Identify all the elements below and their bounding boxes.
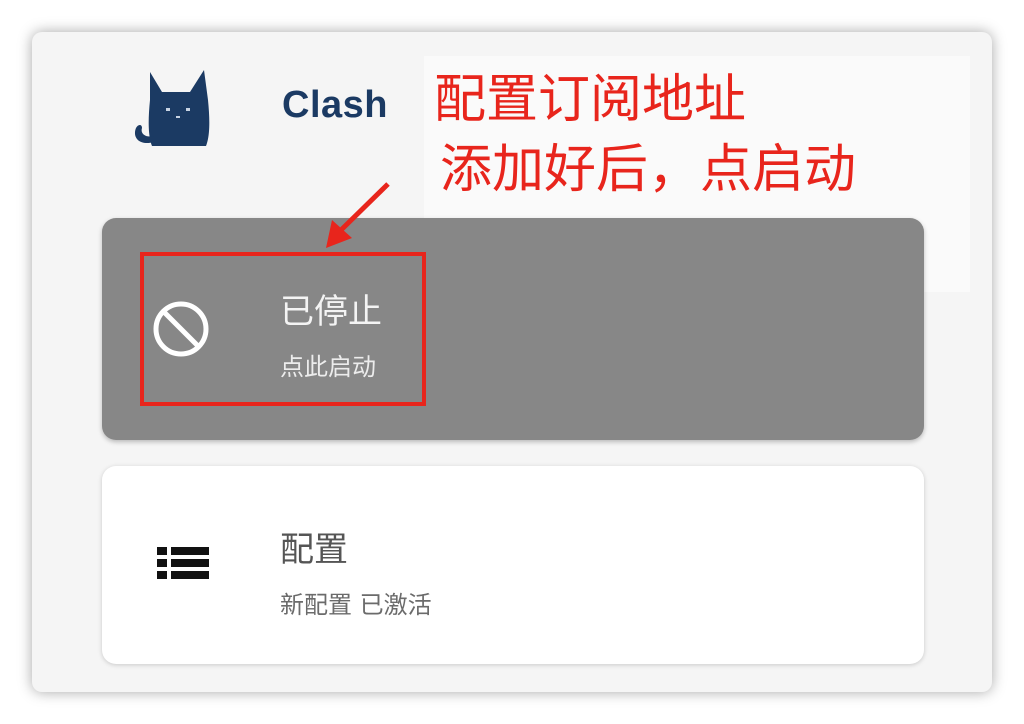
config-title: 配置 bbox=[280, 530, 348, 570]
highlight-box bbox=[140, 252, 426, 406]
config-card[interactable] bbox=[102, 466, 924, 664]
app-title: Clash bbox=[282, 84, 388, 126]
list-icon bbox=[157, 547, 209, 579]
annotation-line-1: 配置订阅地址 bbox=[434, 70, 747, 130]
clash-cat-logo-icon bbox=[134, 70, 210, 146]
config-subtitle: 新配置 已激活 bbox=[280, 591, 432, 619]
annotation-line-2: 添加好后，点启动 bbox=[440, 140, 857, 200]
